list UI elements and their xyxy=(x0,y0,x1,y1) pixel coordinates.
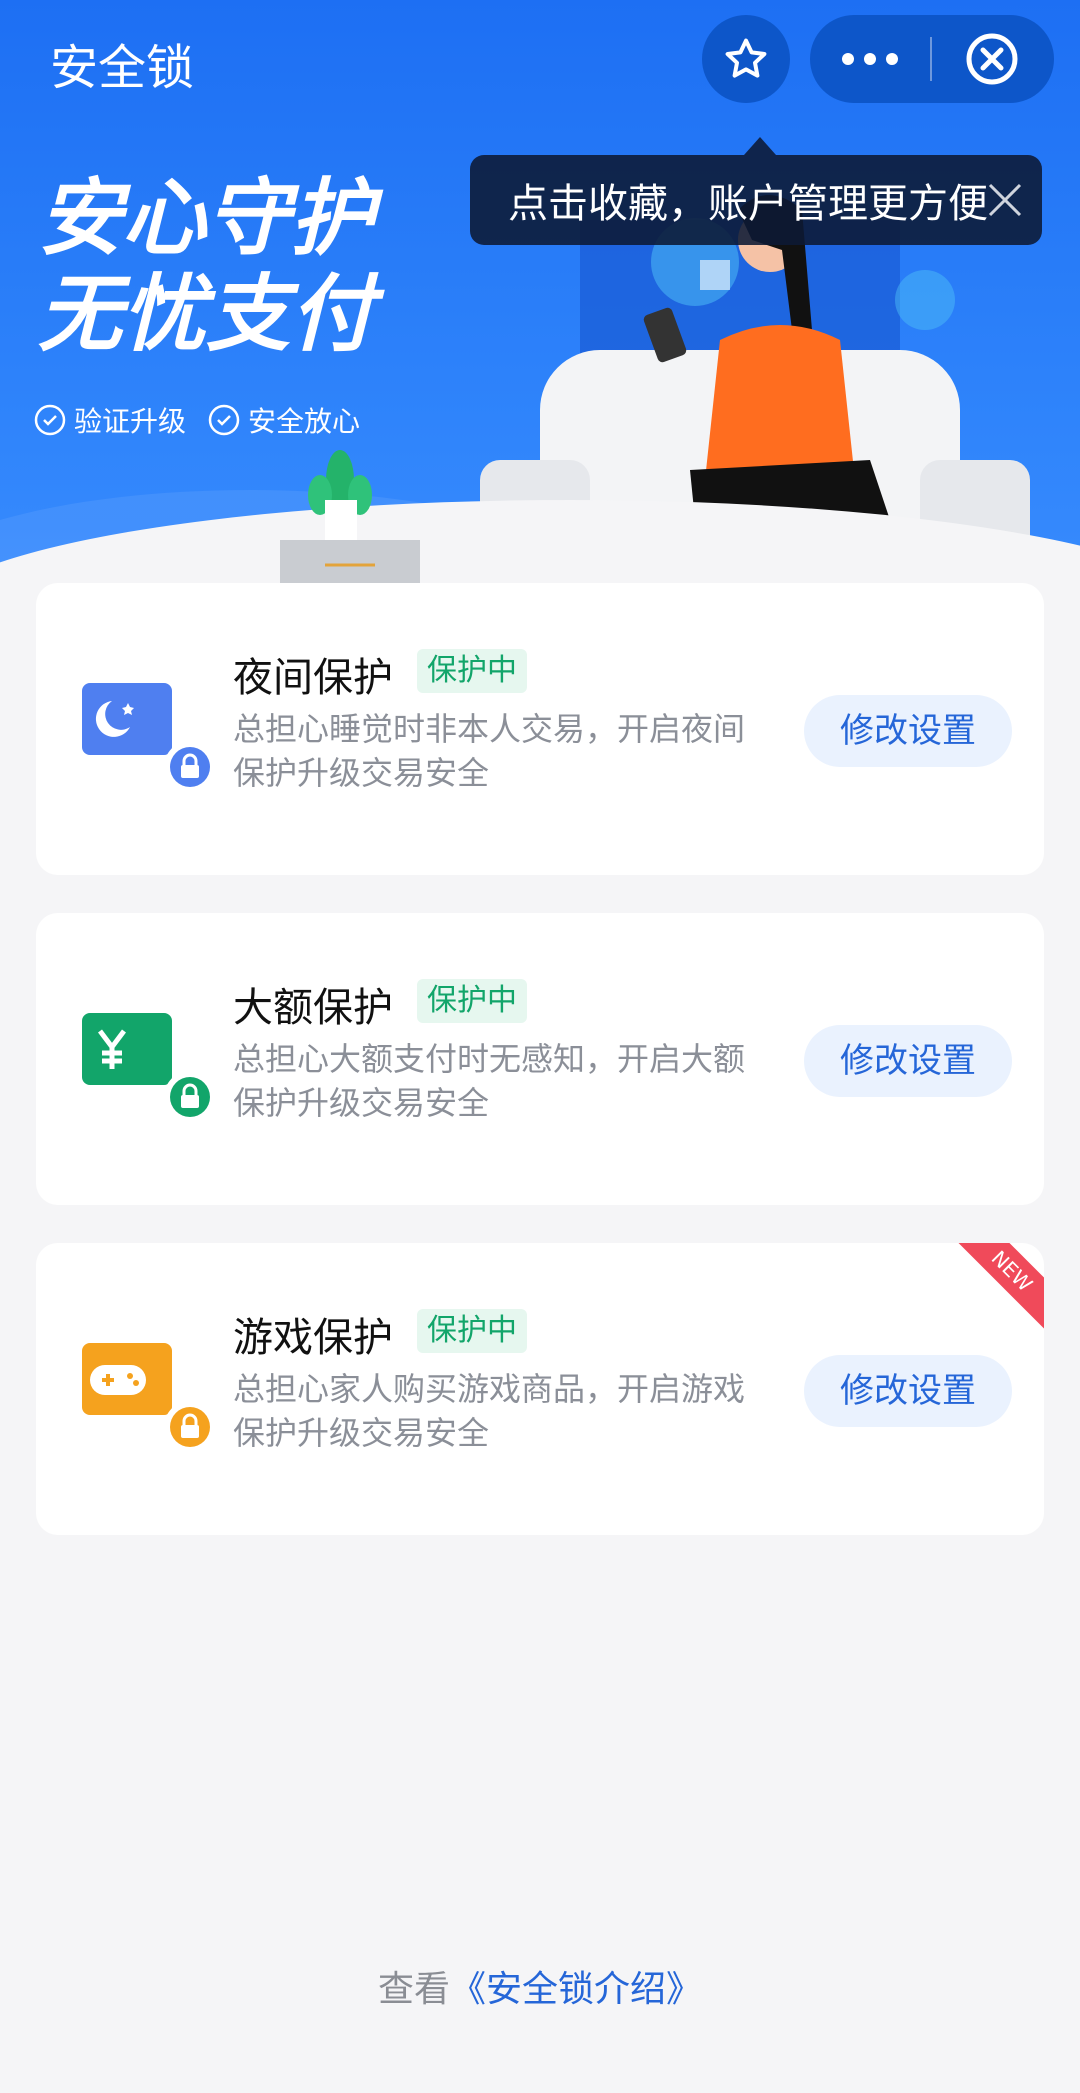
card-amount-protection: 大额保护 保护中 总担心大额支付时无感知，开启大额保护升级交易安全 修改设置 xyxy=(36,913,1044,1205)
close-miniprogram-button[interactable] xyxy=(932,15,1052,103)
mini-program-capsule xyxy=(810,15,1054,103)
card-description: 总担心大额支付时无感知，开启大额保护升级交易安全 xyxy=(233,1040,746,1122)
status-badge: 保护中 xyxy=(417,649,527,693)
hero-slogan: 安心守护 无忧支付 xyxy=(38,170,374,362)
footer-prefix: 查看 xyxy=(377,1969,450,2010)
yen-icon xyxy=(82,1013,172,1085)
modify-settings-button[interactable]: 修改设置 xyxy=(804,695,1012,767)
more-icon xyxy=(842,53,898,65)
check-circle-icon xyxy=(34,404,66,436)
card-description: 总担心家人购买游戏商品，开启游戏保护升级交易安全 xyxy=(233,1370,746,1452)
status-badge: 保护中 xyxy=(417,979,527,1023)
moon-icon xyxy=(82,683,172,755)
modify-settings-button[interactable]: 修改设置 xyxy=(804,1025,1012,1097)
feature-verify: 验证升级 xyxy=(34,400,186,440)
card-title: 夜间保护 xyxy=(233,655,393,701)
favorite-tooltip: 点击收藏，账户管理更方便 xyxy=(470,137,1042,245)
feature-label: 安全放心 xyxy=(248,405,361,438)
slogan-line-2: 无忧支付 xyxy=(38,265,375,363)
card-description: 总担心睡觉时非本人交易，开启夜间保护升级交易安全 xyxy=(233,710,746,792)
more-button[interactable] xyxy=(810,15,930,103)
feature-safe: 安全放心 xyxy=(208,400,360,440)
star-icon xyxy=(725,38,767,78)
status-badge: 保护中 xyxy=(417,1309,527,1353)
close-icon[interactable] xyxy=(982,177,1028,223)
tooltip-text: 点击收藏，账户管理更方便 xyxy=(508,181,988,227)
intro-link[interactable]: 《安全锁介绍》 xyxy=(450,1969,702,2010)
plant-decoration xyxy=(280,450,420,590)
close-circle-icon xyxy=(966,33,1018,85)
modify-settings-button[interactable]: 修改设置 xyxy=(804,1355,1012,1427)
favorite-button[interactable] xyxy=(702,15,790,103)
new-corner-ribbon: NEW xyxy=(949,1243,1044,1334)
lock-icon xyxy=(164,1401,216,1453)
card-title: 大额保护 xyxy=(233,985,393,1031)
footer: 查看《安全锁介绍》 xyxy=(0,1960,1080,2012)
feature-label: 验证升级 xyxy=(74,405,187,438)
card-night-protection: 夜间保护 保护中 总担心睡觉时非本人交易，开启夜间保护升级交易安全 修改设置 xyxy=(36,583,1044,875)
hero-features: 验证升级 安全放心 xyxy=(34,400,360,440)
card-game-protection: NEW 游戏保护 保护中 总担心家人购买游戏商品，开启游戏保护升级交易安全 修改… xyxy=(36,1243,1044,1535)
check-circle-icon xyxy=(208,404,240,436)
lock-icon xyxy=(164,741,216,793)
lock-icon xyxy=(164,1071,216,1123)
page-title: 安全锁 xyxy=(50,40,195,96)
slogan-line-1: 安心守护 xyxy=(38,169,375,267)
gamepad-icon xyxy=(82,1343,172,1415)
card-title: 游戏保护 xyxy=(233,1315,393,1361)
